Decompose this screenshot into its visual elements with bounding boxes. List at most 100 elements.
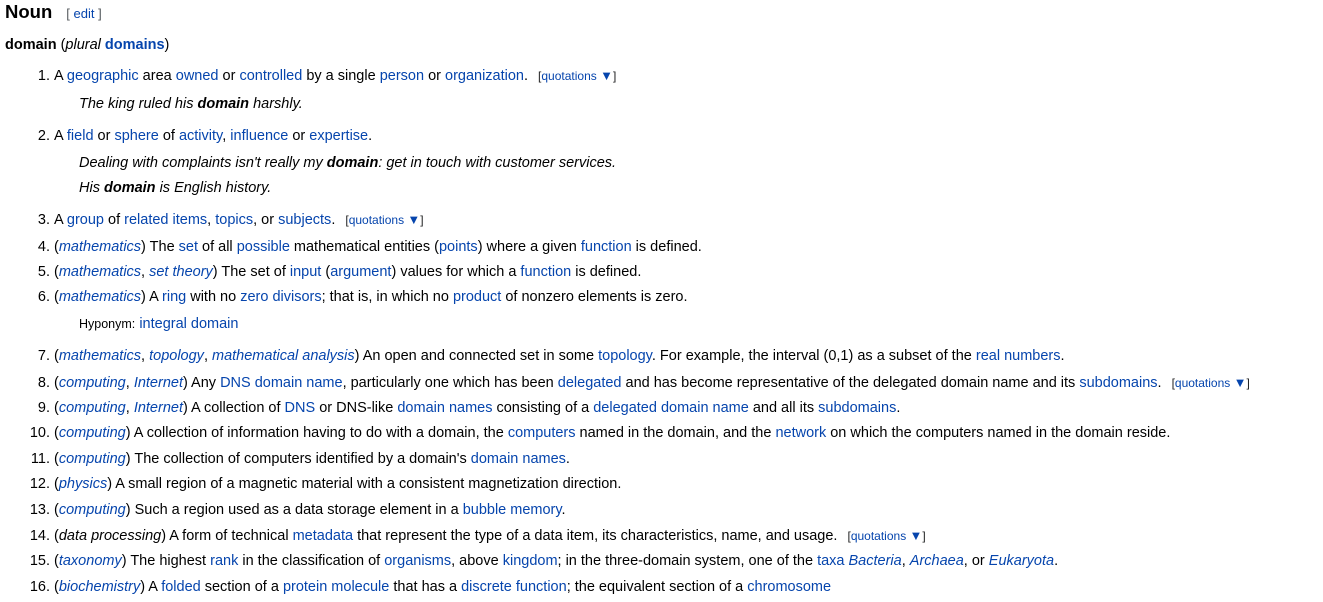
sense-number: 2. <box>37 128 50 144</box>
term-link[interactable]: set <box>179 239 198 255</box>
expand-triangle-icon[interactable]: ▼ <box>407 212 420 227</box>
definition: (physics) A small region of a magnetic m… <box>54 476 621 492</box>
label-link[interactable]: computing <box>59 451 126 467</box>
term-link[interactable]: delegated domain name <box>593 400 749 416</box>
label-link[interactable]: biochemistry <box>59 579 140 595</box>
term-link[interactable]: subdomains <box>818 400 896 416</box>
term-link[interactable]: kingdom <box>503 553 558 569</box>
text: ) A collection of <box>182 400 285 416</box>
term-link[interactable]: points <box>439 239 478 255</box>
term-link[interactable]: DNS <box>285 400 316 416</box>
term-link[interactable]: field <box>67 128 94 144</box>
term-link[interactable]: owned <box>176 68 219 84</box>
label-link[interactable]: mathematics <box>59 239 141 255</box>
text: , <box>141 264 150 280</box>
label-link[interactable]: set theory <box>149 264 213 280</box>
label-link[interactable]: mathematics <box>59 289 141 305</box>
text: . <box>1157 375 1162 391</box>
term-link[interactable]: function <box>520 264 571 280</box>
quotations-link[interactable]: quotations <box>541 69 596 83</box>
label-link[interactable]: computing <box>59 425 126 441</box>
term-link[interactable]: topics <box>215 212 253 228</box>
definition: (mathematics, set theory) The set of inp… <box>54 264 641 280</box>
term-link[interactable]: rank <box>210 553 238 569</box>
label-link[interactable]: Bacteria <box>849 553 902 569</box>
term-link[interactable]: DNS domain name <box>220 375 343 391</box>
sense-number: 10. <box>29 425 50 441</box>
sense-number: 6. <box>37 289 50 305</box>
term-link[interactable]: input <box>290 264 321 280</box>
edit-link[interactable]: edit <box>74 6 95 21</box>
label-link[interactable]: mathematics <box>59 348 141 364</box>
label-link[interactable]: Internet <box>134 400 183 416</box>
term-link[interactable]: metadata <box>293 528 353 544</box>
label-link[interactable]: computing <box>59 502 126 518</box>
term-link[interactable]: organization <box>445 68 524 84</box>
sense-item: 11. (computing) The collection of compute… <box>0 451 570 467</box>
term-link[interactable]: discrete function <box>461 579 567 595</box>
term-link[interactable]: folded <box>161 579 201 595</box>
term-link[interactable]: argument <box>330 264 391 280</box>
term-link[interactable]: bubble memory <box>463 502 562 518</box>
emphasized-headword: domain <box>103 180 156 196</box>
quotations-link[interactable]: quotations <box>851 529 906 543</box>
term-link[interactable]: expertise <box>309 128 368 144</box>
expand-triangle-icon[interactable]: ▼ <box>910 528 923 543</box>
label-link[interactable]: Internet <box>134 375 183 391</box>
term-link[interactable]: real numbers <box>976 348 1061 364</box>
term-link[interactable]: chromosome <box>747 579 831 595</box>
term-link[interactable]: computers <box>508 425 576 441</box>
text: and all its <box>748 400 819 416</box>
term-link[interactable]: function <box>581 239 632 255</box>
term-link[interactable]: domain names <box>471 451 566 467</box>
term-link[interactable]: topology <box>598 348 652 364</box>
term-link[interactable]: subjects <box>278 212 331 228</box>
text: ) Any <box>182 375 221 391</box>
term-link[interactable]: domain names <box>397 400 492 416</box>
quotations-link[interactable]: quotations <box>349 213 404 227</box>
term-link[interactable]: related items <box>124 212 207 228</box>
expand-triangle-icon[interactable]: ▼ <box>600 68 613 83</box>
term-link[interactable]: ring <box>162 289 186 305</box>
label-link[interactable]: Archaea <box>910 553 964 569</box>
term-link[interactable]: geographic <box>67 68 139 84</box>
sense-number: 7. <box>37 348 50 364</box>
expand-triangle-icon[interactable]: ▼ <box>1234 375 1247 390</box>
term-link[interactable]: taxa <box>817 553 844 569</box>
quotations-link[interactable]: quotations <box>1175 376 1230 390</box>
quotations-toggle[interactable]: [quotations ▼] <box>847 528 925 543</box>
term-link[interactable]: zero divisors <box>240 289 321 305</box>
term-link[interactable]: activity <box>179 128 222 144</box>
text: . <box>331 212 336 228</box>
term-link[interactable]: delegated <box>558 375 622 391</box>
text: , <box>203 348 212 364</box>
definition: A geographic area owned or controlled by… <box>54 68 528 84</box>
label-link[interactable]: Eukaryota <box>989 553 1054 569</box>
label-link[interactable]: computing <box>59 375 126 391</box>
label-link[interactable]: computing <box>59 400 126 416</box>
term-link[interactable]: group <box>67 212 104 228</box>
term-link[interactable]: influence <box>230 128 288 144</box>
term-link[interactable]: network <box>775 425 826 441</box>
text: on which the computers named in the doma… <box>826 425 1171 441</box>
term-link[interactable]: protein molecule <box>283 579 389 595</box>
label-link[interactable]: topology <box>149 348 204 364</box>
label-link[interactable]: taxonomy <box>59 553 122 569</box>
plural-form-link[interactable]: domains <box>105 37 165 53</box>
term-link[interactable]: organisms <box>384 553 451 569</box>
term-link[interactable]: product <box>453 289 501 305</box>
quotations-toggle[interactable]: [quotations ▼] <box>1172 375 1250 390</box>
quotations-toggle[interactable]: [quotations ▼] <box>538 68 616 83</box>
term-link[interactable]: person <box>380 68 424 84</box>
quotations-toggle[interactable]: [quotations ▼] <box>345 212 423 227</box>
term-link[interactable]: subdomains <box>1079 375 1157 391</box>
hyponym-link[interactable]: integral domain <box>139 316 238 332</box>
label-link[interactable]: physics <box>59 476 107 492</box>
label-link[interactable]: mathematical analysis <box>212 348 355 364</box>
term-link[interactable]: possible <box>237 239 290 255</box>
text: in the classification of <box>238 553 385 569</box>
headword: domain <box>5 37 57 53</box>
term-link[interactable]: sphere <box>114 128 158 144</box>
label-link[interactable]: mathematics <box>59 264 141 280</box>
term-link[interactable]: controlled <box>239 68 302 84</box>
